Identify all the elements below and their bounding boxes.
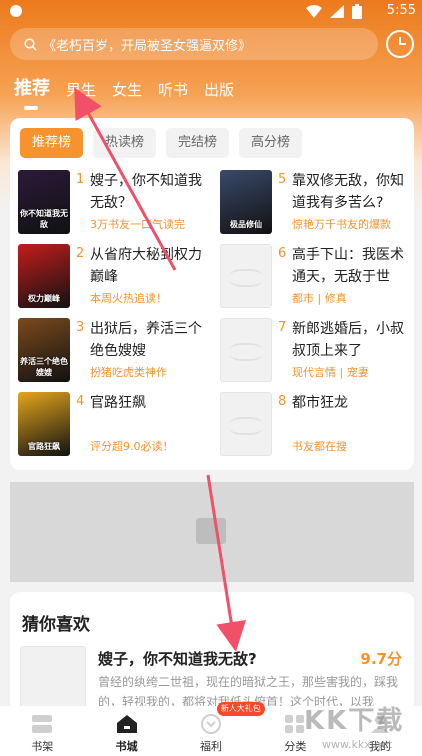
annotation-arrows (74, 87, 247, 652)
arrow-to-guess-book (206, 474, 247, 652)
arrow-to-male-tab (74, 87, 177, 271)
